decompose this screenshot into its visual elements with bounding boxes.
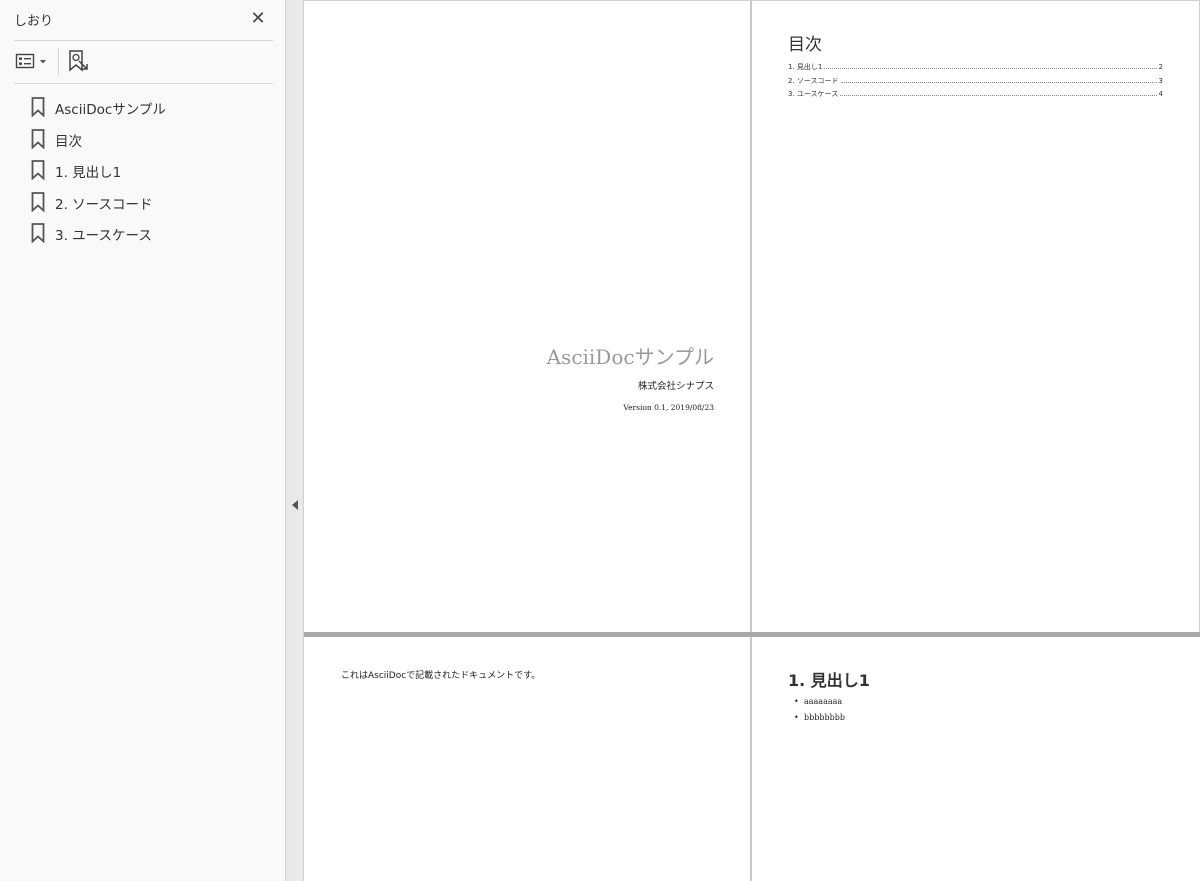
divider <box>14 83 273 84</box>
options-menu-button[interactable] <box>14 51 50 73</box>
toc-entry[interactable]: 3. ユースケース 4 <box>788 89 1163 103</box>
toc-entry-page: 4 <box>1158 90 1163 98</box>
panel-header: しおり ✕ <box>0 0 286 40</box>
page-divider-horizontal <box>304 632 1200 637</box>
close-panel-button[interactable]: ✕ <box>248 9 268 29</box>
bookmarks-toolbar <box>0 41 286 83</box>
toc-entry-label: 1. 見出し1 <box>788 63 823 71</box>
bookmarks-panel: しおり ✕ AsciiDocサンプル 目次 1. 見出し1 2. ソースコード … <box>0 0 286 881</box>
bookmark-label: 3. ユースケース <box>55 228 152 244</box>
bookmark-label: 2. ソースコード <box>55 196 153 213</box>
toc-entry[interactable]: 1. 見出し1 2 <box>788 62 1163 76</box>
bookmark-icon <box>31 97 45 117</box>
toc-entry-page: 3 <box>1158 76 1163 85</box>
page-cover: AsciiDocサンプル 株式会社シナプス Version 0.1, 2019/… <box>304 0 750 633</box>
bookmark-icon <box>31 191 45 212</box>
list-item-text: bbbbbbbb <box>804 713 845 722</box>
page-intro: これはAsciiDocで記載されたドキュメントです。 <box>304 637 750 881</box>
toc-list: 1. 見出し1 2 2. ソースコード 3 3. ユースケース 4 <box>788 62 1163 103</box>
toc-leader <box>840 89 1157 96</box>
bookmark-item[interactable]: 1. 見出し1 <box>0 155 286 187</box>
section-heading: 1. 見出し1 <box>788 671 870 690</box>
intro-paragraph: これはAsciiDocで記載されたドキュメントです。 <box>341 671 541 681</box>
panel-splitter[interactable] <box>286 0 304 881</box>
bookmark-icon <box>31 223 45 243</box>
bookmark-item[interactable]: 目次 <box>0 124 286 156</box>
cover-title: AsciiDocサンプル <box>546 345 714 369</box>
list-item: • aaaaaaaa <box>794 697 843 706</box>
list-options-icon <box>15 53 46 69</box>
toc-entry-label: 3. ユースケース <box>788 90 839 98</box>
bookmark-label: 1. 見出し1 <box>55 165 122 181</box>
page-toc: 目次 1. 見出し1 2 2. ソースコード 3 3. ユースケース 4 <box>752 0 1200 632</box>
cover-company: 株式会社シナプス <box>637 381 714 392</box>
bookmark-item[interactable]: 2. ソースコード <box>0 187 286 219</box>
bookmark-label: 目次 <box>55 133 82 150</box>
cover-version: Version 0.1, 2019/08/23 <box>623 403 714 412</box>
bookmark-item[interactable]: AsciiDocサンプル <box>0 92 286 124</box>
toolbar-separator <box>58 48 59 76</box>
bullet-list: • aaaaaaaa • bbbbbbbb <box>794 697 845 729</box>
list-item-text: aaaaaaaa <box>804 697 843 706</box>
add-bookmark-icon <box>69 50 88 72</box>
toc-entry[interactable]: 2. ソースコード 3 <box>788 76 1163 90</box>
toc-title: 目次 <box>788 35 822 55</box>
bookmark-item[interactable]: 3. ユースケース <box>0 218 286 250</box>
list-item: • bbbbbbbb <box>794 713 845 722</box>
bookmark-icon <box>31 160 45 180</box>
page-section-1: 1. 見出し1 • aaaaaaaa • bbbbbbbb <box>752 637 1200 881</box>
panel-title: しおり <box>14 14 54 29</box>
close-icon: ✕ <box>250 8 266 29</box>
toc-entry-label: 2. ソースコード <box>788 76 839 85</box>
toc-leader <box>840 76 1157 83</box>
bookmark-list: AsciiDocサンプル 目次 1. 見出し1 2. ソースコード 3. ユース… <box>0 92 286 250</box>
page-divider-vertical <box>750 0 752 881</box>
new-bookmark-button[interactable] <box>66 49 92 75</box>
toc-entry-page: 2 <box>1158 63 1163 71</box>
bookmark-label: AsciiDocサンプル <box>55 102 166 118</box>
toc-leader <box>824 62 1157 69</box>
collapse-panel-icon[interactable] <box>292 500 298 510</box>
bookmark-icon <box>31 128 45 149</box>
document-view[interactable]: AsciiDocサンプル 株式会社シナプス Version 0.1, 2019/… <box>304 0 1200 881</box>
